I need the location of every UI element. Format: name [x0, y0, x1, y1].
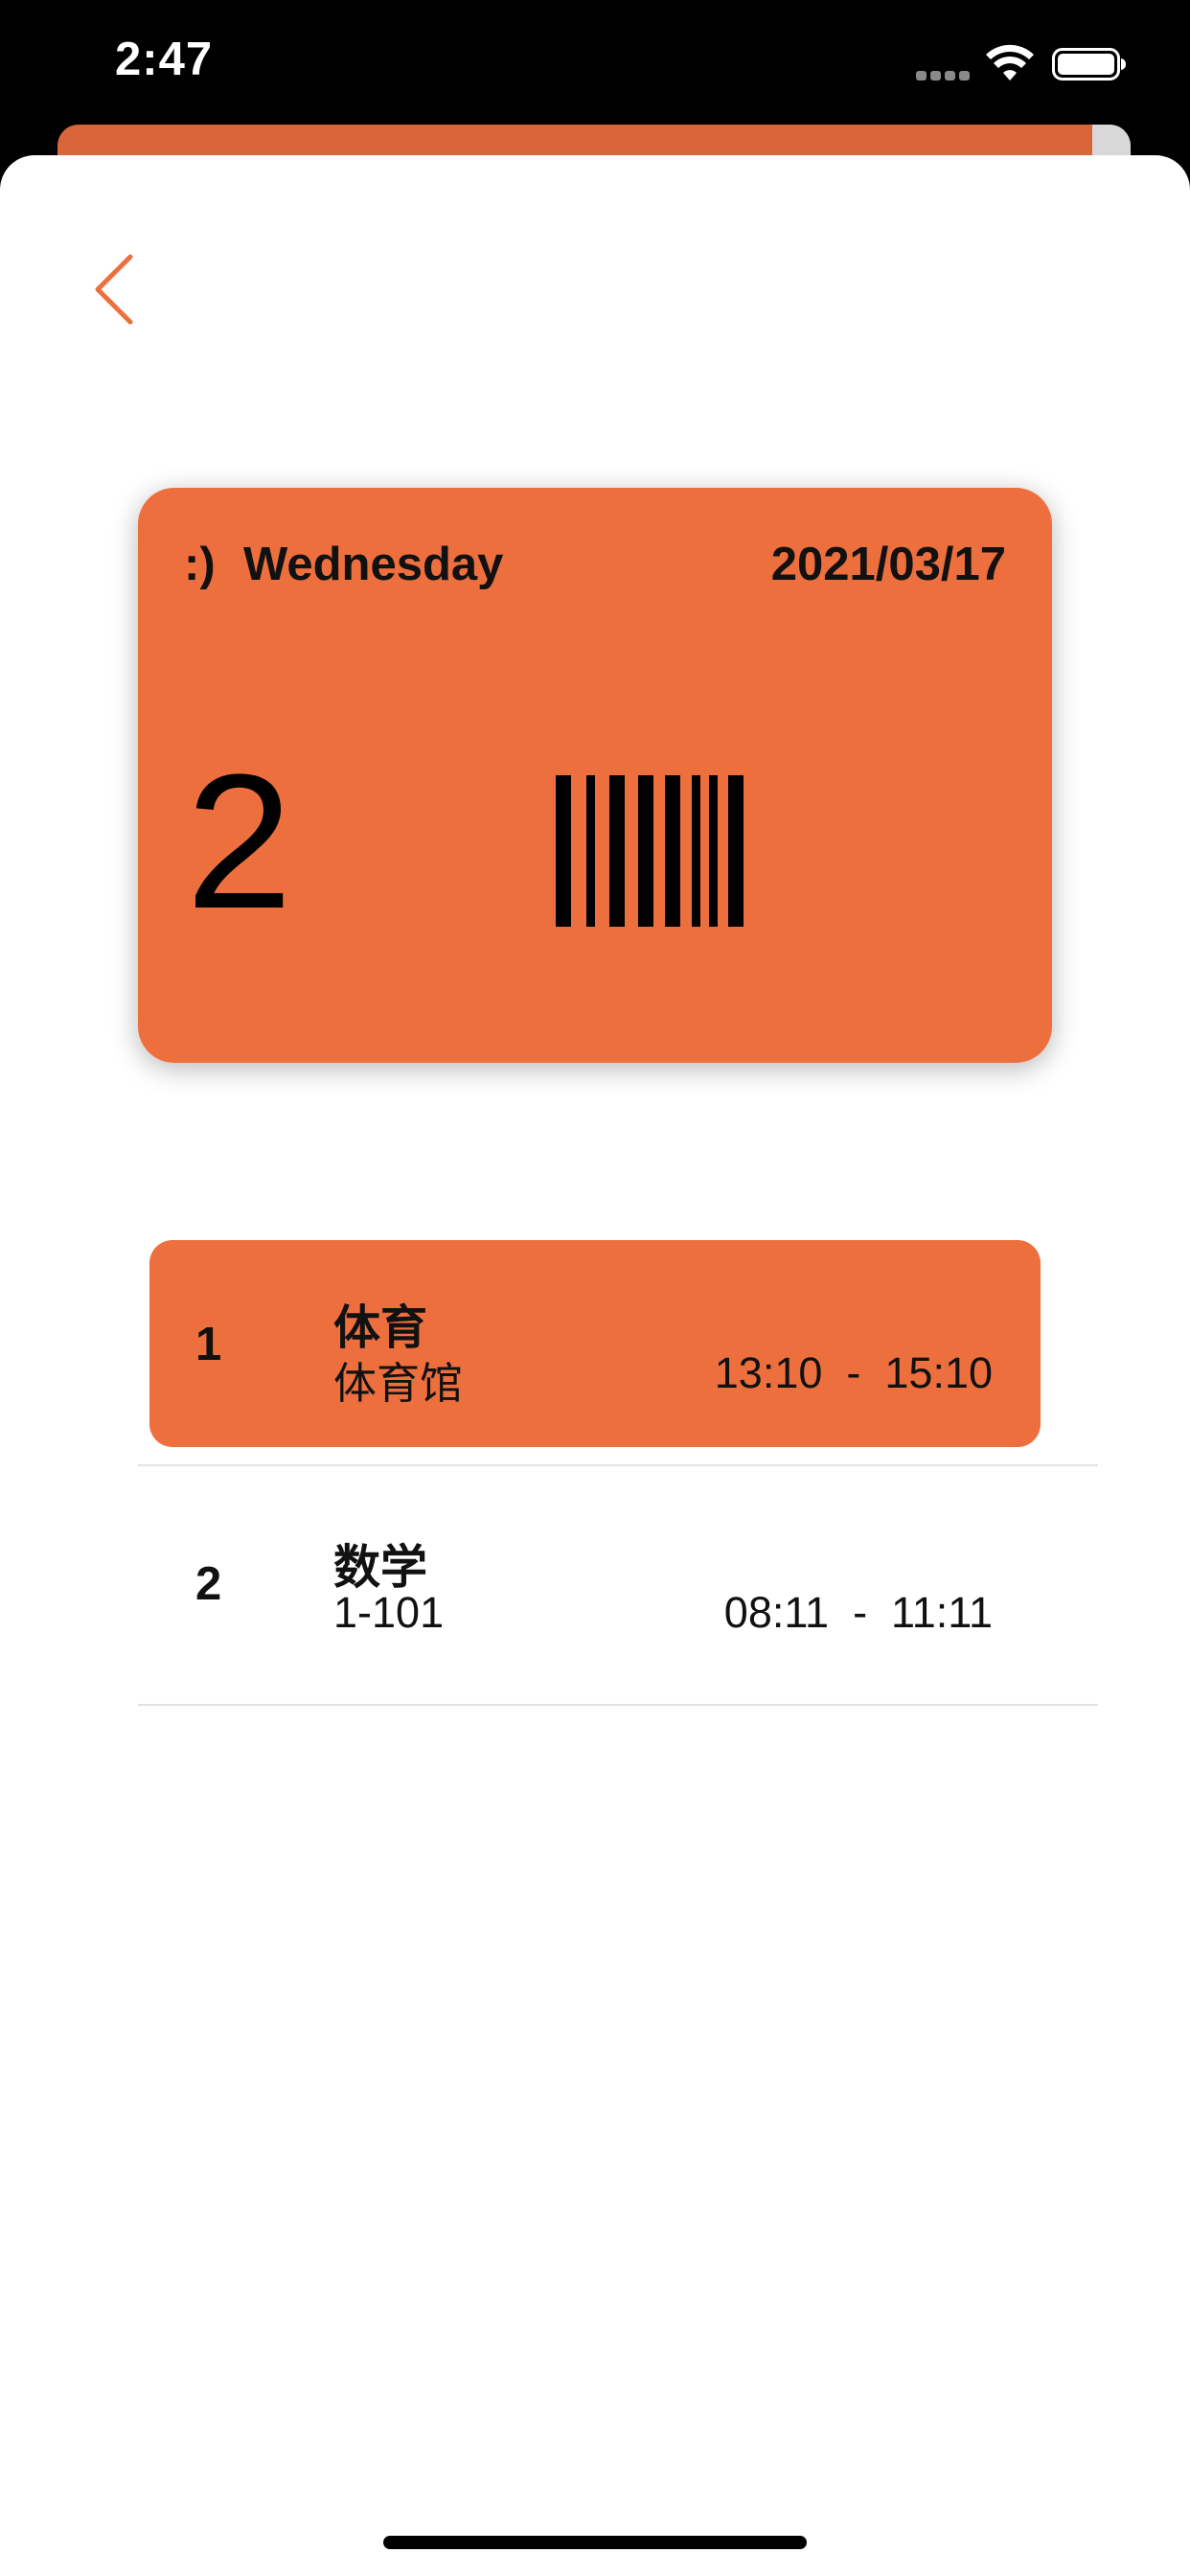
class-time: 08:11 - 11:11 — [723, 1588, 993, 1637]
row-highlight — [149, 1240, 1041, 1447]
class-index: 2 — [195, 1558, 222, 1610]
card-date: 2021/03/17 — [770, 539, 1006, 590]
status-bar: 2:47 — [0, 0, 1190, 144]
list-item[interactable]: 1 体育 体育馆 13:10 - 15:10 — [138, 1227, 1098, 1466]
status-time: 2:47 — [115, 34, 214, 85]
class-index: 1 — [195, 1319, 222, 1370]
battery-icon — [1052, 48, 1126, 80]
day-card[interactable]: :) Wednesday 2021/03/17 2 — [138, 488, 1052, 1063]
signal-icon — [916, 71, 972, 80]
class-location: 1-101 — [333, 1588, 445, 1637]
class-count: 2 — [186, 735, 293, 949]
list-item[interactable]: 2 数学 1-101 08:11 - 11:11 — [138, 1466, 1098, 1706]
wifi-icon — [986, 44, 1034, 80]
row-divider — [138, 1704, 1098, 1706]
home-indicator[interactable] — [383, 2536, 807, 2549]
barcode-icon — [556, 775, 744, 927]
class-time: 13:10 - 15:10 — [714, 1348, 993, 1397]
class-location: 体育馆 — [333, 1359, 464, 1408]
card-emoticon: :) — [184, 539, 216, 590]
card-weekday: Wednesday — [243, 539, 504, 590]
chevron-left-icon[interactable] — [88, 251, 146, 328]
